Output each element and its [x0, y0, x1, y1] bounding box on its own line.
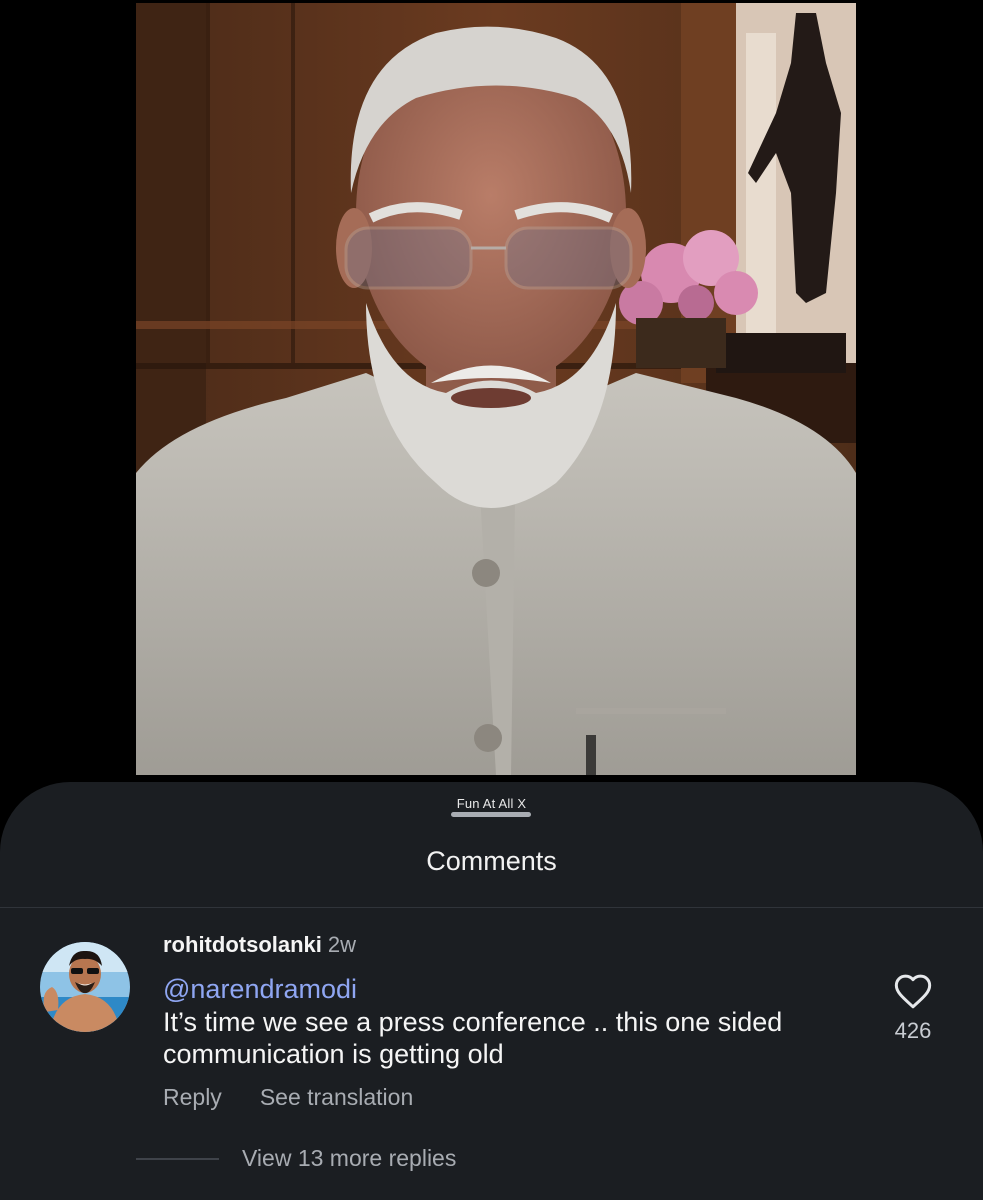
replies-divider-line	[136, 1158, 219, 1160]
reel-comments-screen: Fun At All X Comments rohitdotsolanki2w	[0, 0, 983, 1200]
video-still-image	[136, 3, 856, 775]
commenter-avatar[interactable]	[40, 942, 130, 1032]
comment-header: rohitdotsolanki 2w	[163, 932, 356, 958]
comment-mention-link[interactable]: @narendramodi	[163, 974, 357, 1005]
comment-text: It’s time we see a press conference .. t…	[163, 1007, 783, 1069]
comment-actions: Reply See translation	[163, 1084, 413, 1111]
comments-sheet: Fun At All X Comments rohitdotsolanki2w	[0, 782, 983, 1200]
watermark-text: Fun At All X	[456, 796, 527, 811]
comment-username[interactable]: rohitdotsolanki	[163, 932, 322, 957]
sheet-title: Comments	[426, 846, 557, 876]
sheet-divider	[0, 907, 983, 908]
sheet-drag-handle[interactable]	[451, 812, 531, 817]
view-more-replies-button[interactable]: View 13 more replies	[242, 1145, 456, 1172]
see-translation-button[interactable]: See translation	[260, 1084, 413, 1111]
like-control: 426	[882, 972, 944, 1044]
avatar-image	[40, 942, 130, 1032]
reply-button[interactable]: Reply	[163, 1084, 222, 1111]
like-count: 426	[894, 1018, 932, 1043]
video-frame[interactable]	[136, 3, 856, 775]
heart-outline-icon[interactable]	[893, 972, 933, 1010]
comment-timestamp: 2w	[327, 932, 357, 957]
